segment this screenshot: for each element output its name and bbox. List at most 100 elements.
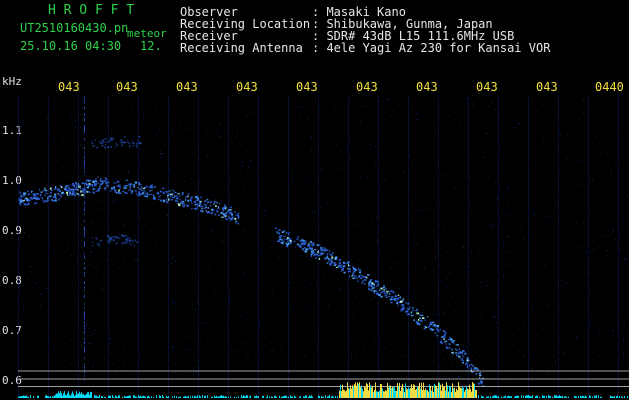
noise-dot <box>22 285 24 287</box>
noise-dot <box>443 154 445 156</box>
noise-dot <box>480 345 482 346</box>
signal-dot <box>430 322 432 324</box>
noise-dot <box>285 294 287 296</box>
spectrum-bar <box>394 387 395 398</box>
grid-line <box>498 95 499 400</box>
signal-dot <box>148 186 151 189</box>
noise-dot <box>364 364 366 366</box>
streak-dot <box>84 357 85 360</box>
noise-dot <box>128 282 130 284</box>
noise-dot <box>611 272 613 274</box>
noise-dot <box>348 340 350 342</box>
noise-dot <box>215 109 217 111</box>
signal-dot <box>166 195 169 197</box>
noise-dot <box>20 101 22 103</box>
signal-dot <box>57 192 59 195</box>
noise-dot <box>369 148 371 150</box>
noise-dot <box>522 323 524 325</box>
spectrum-bar <box>417 387 418 398</box>
noise-dot <box>463 103 465 105</box>
signal-dot <box>443 330 446 332</box>
noise-dot <box>527 233 529 234</box>
noise-dot <box>209 276 211 278</box>
noise-dot <box>547 367 549 369</box>
spectrum-bar <box>494 395 495 398</box>
spectrum-bar <box>168 396 169 398</box>
noise-dot <box>71 113 73 115</box>
noise-dot <box>19 282 21 283</box>
noise-dot <box>124 206 126 208</box>
noise-dot <box>481 281 483 283</box>
noise-dot <box>526 143 528 145</box>
spectrum-bar <box>549 395 550 398</box>
noise-dot <box>221 271 223 273</box>
noise-dot <box>494 109 496 111</box>
noise-dot <box>190 178 192 180</box>
signal-dot <box>196 206 198 208</box>
streak-dot <box>84 235 85 238</box>
noise-dot <box>288 213 290 215</box>
noise-dot <box>552 222 554 224</box>
signal-dot <box>112 187 114 190</box>
noise-dot <box>492 342 494 343</box>
noise-dot <box>206 154 208 156</box>
signal-dot <box>197 199 200 202</box>
noise-dot <box>553 355 555 357</box>
noise-dot <box>481 107 483 109</box>
noise-dot <box>550 366 552 368</box>
spectrum-bar <box>76 391 77 398</box>
signal-dot <box>298 245 301 248</box>
noise-dot <box>367 365 369 367</box>
noise-dot <box>493 316 495 318</box>
noise-dot <box>167 332 169 334</box>
streak-dot <box>84 282 85 285</box>
meteor-count: 12. <box>140 39 162 53</box>
noise-dot <box>19 245 21 247</box>
noise-dot <box>494 316 496 318</box>
signal-dot <box>150 185 152 188</box>
noise-dot <box>541 104 543 106</box>
noise-dot <box>113 201 115 203</box>
spectrum-bar <box>527 395 528 398</box>
noise-dot <box>291 173 293 175</box>
signal-dot <box>104 146 106 148</box>
noise-dot <box>152 203 154 205</box>
noise-dot <box>281 331 283 333</box>
noise-dot <box>197 369 199 371</box>
noise-dot <box>219 123 221 125</box>
noise-dot <box>122 207 123 209</box>
noise-dot <box>601 338 603 340</box>
noise-dot <box>536 127 538 129</box>
streak-dot <box>84 324 85 327</box>
noise-dot <box>280 345 282 347</box>
noise-dot <box>53 97 55 99</box>
noise-dot <box>256 124 258 126</box>
noise-dot <box>19 134 21 136</box>
spectrum-bar <box>284 395 285 398</box>
signal-dot <box>349 271 351 273</box>
noise-dot <box>429 282 431 284</box>
noise-dot <box>249 160 251 162</box>
spectrum-bar <box>624 396 625 398</box>
signal-dot <box>168 197 171 199</box>
signal-dot <box>58 198 60 201</box>
noise-dot <box>564 298 565 300</box>
streak-dot <box>84 219 85 222</box>
signal-dot <box>185 199 186 201</box>
noise-dot <box>374 296 376 298</box>
spectrum-bar <box>305 395 306 398</box>
noise-dot <box>551 105 553 107</box>
noise-dot <box>33 199 35 201</box>
spectrum-bar <box>135 396 136 398</box>
noise-dot <box>457 195 458 197</box>
spectrum-bar <box>456 388 457 398</box>
signal-dot <box>190 196 193 199</box>
signal-dot <box>470 367 472 370</box>
signal-dot <box>113 189 116 191</box>
signal-dot <box>68 194 70 196</box>
noise-dot <box>205 323 207 325</box>
signal-dot <box>406 313 409 316</box>
spectrum-bar <box>468 389 469 398</box>
signal-dot <box>73 184 75 187</box>
noise-dot <box>403 142 405 144</box>
